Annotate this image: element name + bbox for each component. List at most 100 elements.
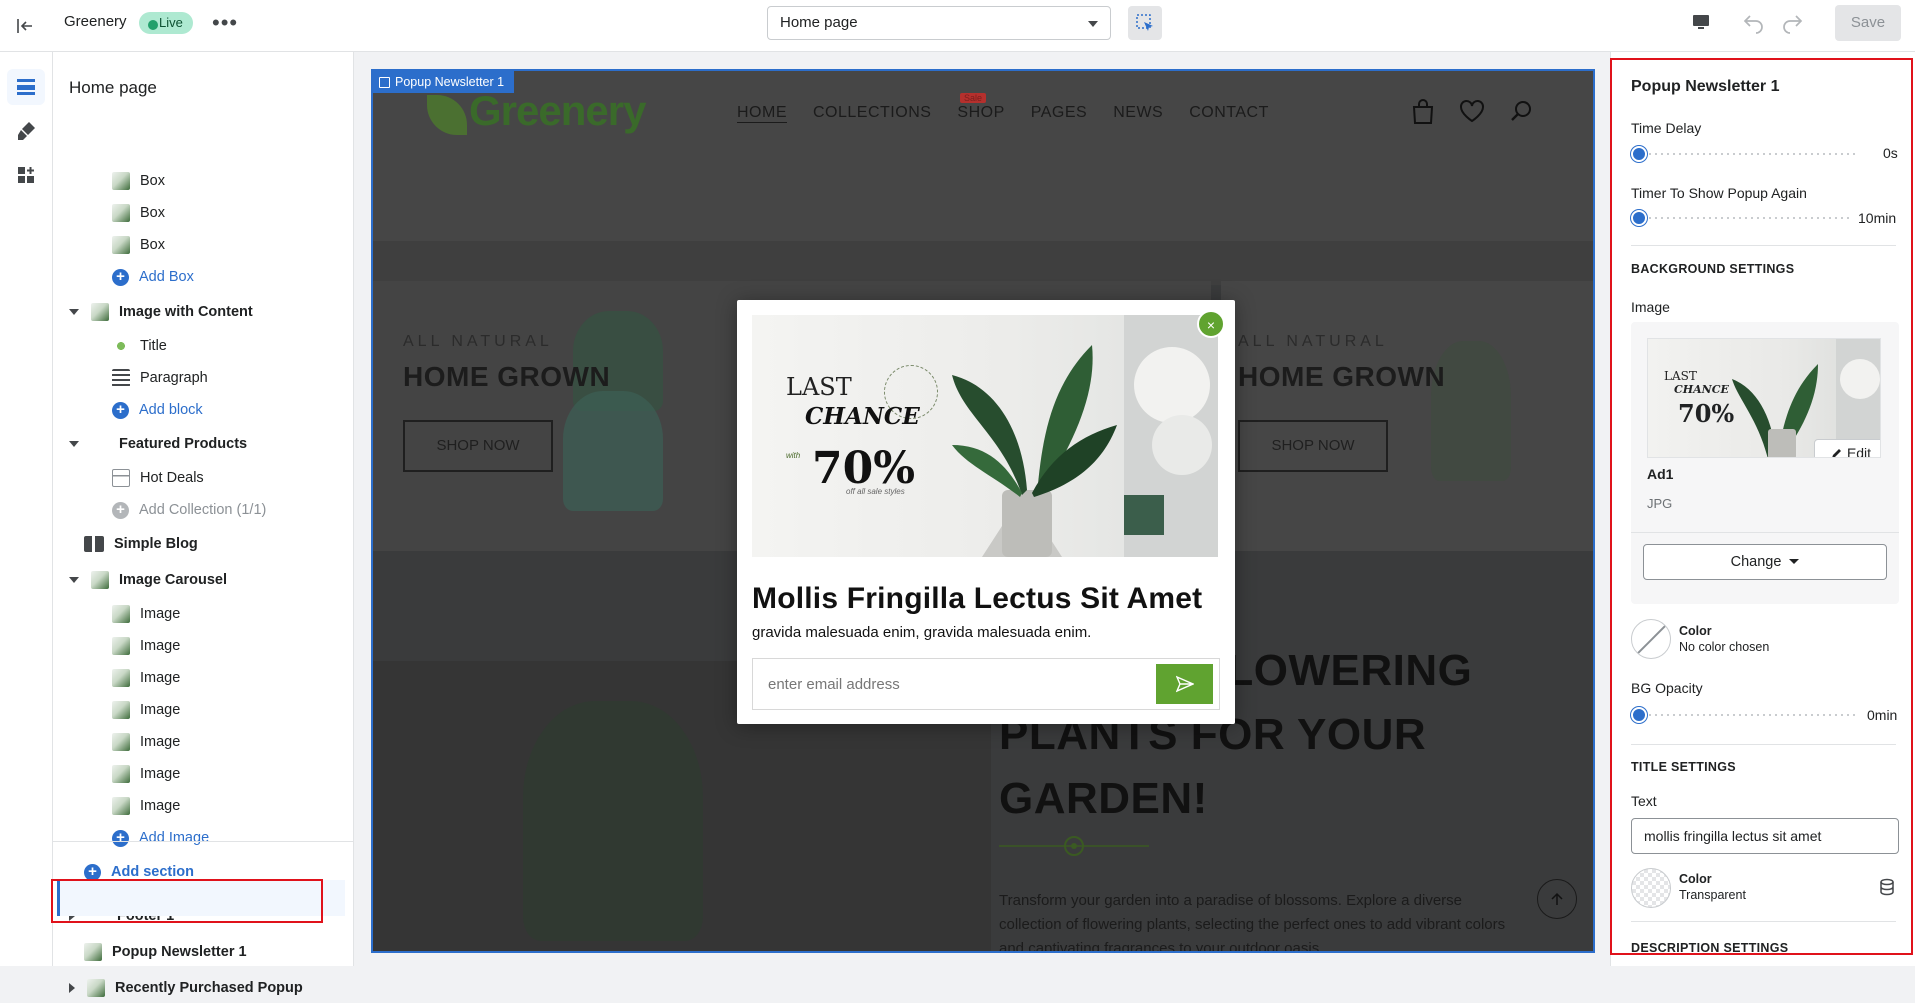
title-color-swatch[interactable] (1631, 868, 1671, 908)
tree-item-image[interactable]: Image (112, 631, 180, 661)
section-thumbnail (91, 571, 109, 589)
search-icon[interactable] (1509, 99, 1533, 123)
tree-item-box[interactable]: Box (112, 166, 165, 196)
plus-circle-icon: + (112, 829, 129, 847)
block-thumbnail (112, 236, 130, 254)
more-actions-button[interactable]: ••• (212, 10, 238, 36)
time-delay-slider[interactable] (1631, 146, 1859, 162)
live-status-badge: Live (139, 12, 193, 34)
hero-top-strip (373, 241, 1593, 285)
inspector-toggle-button[interactable] (1128, 6, 1162, 40)
tree-item-image[interactable]: Image (112, 663, 180, 693)
scroll-to-top-button[interactable] (1537, 879, 1577, 919)
rail-sections-button[interactable] (7, 69, 45, 105)
caret-down-icon[interactable] (69, 441, 79, 447)
tree-item-label: Hot Deals (140, 470, 204, 486)
nav-news[interactable]: NEWS (1113, 104, 1163, 123)
caret-down-icon[interactable] (69, 577, 79, 583)
caret-right-icon[interactable] (69, 983, 75, 993)
tree-section-image-carousel[interactable]: Image Carousel (69, 565, 227, 595)
paragraph-icon (112, 369, 130, 387)
tree-item-image[interactable]: Image (112, 759, 180, 789)
page-select[interactable]: Home page (767, 6, 1111, 40)
exit-icon[interactable] (10, 11, 40, 41)
save-button[interactable]: Save (1835, 5, 1901, 41)
tree-section-simple-blog[interactable]: Simple Blog (84, 529, 198, 559)
site-logo[interactable]: Greenery (469, 87, 646, 135)
subscribe-button[interactable] (1156, 664, 1213, 704)
tree-item-image[interactable]: Image (112, 599, 180, 629)
desktop-preview-icon[interactable] (1690, 11, 1712, 38)
slider-handle[interactable] (1631, 707, 1647, 723)
tree-item-label: Image (140, 766, 181, 782)
tree-item-image[interactable]: Image (112, 727, 180, 757)
redo-icon[interactable] (1780, 10, 1804, 39)
timer-again-slider[interactable] (1631, 210, 1851, 226)
change-image-button[interactable]: Change (1643, 544, 1887, 580)
tree-item-box[interactable]: Box (112, 230, 165, 260)
email-input[interactable] (754, 660, 1144, 708)
tree-item-label: Image Carousel (119, 572, 227, 588)
cart-icon[interactable] (1411, 99, 1435, 125)
popup-image-chance: CHANCE (805, 403, 920, 430)
tree-item-label: Image with Content (119, 304, 253, 320)
tree-item-image[interactable]: Image (112, 695, 180, 725)
storefront-preview[interactable]: Greenery HOME COLLECTIONS SHOP PAGES NEW… (371, 69, 1595, 953)
sections-icon (17, 79, 35, 95)
wishlist-heart-icon[interactable] (1459, 99, 1485, 123)
popup-image-off: off all sale styles (846, 487, 905, 496)
bg-opacity-value: 0min (1867, 707, 1898, 723)
hero-shop-now-right-button[interactable]: SHOP NOW (1238, 420, 1388, 472)
hero-shop-now-left-button[interactable]: SHOP NOW (403, 420, 553, 472)
plus-circle-icon: + (112, 268, 129, 286)
image-filetype: JPG (1647, 496, 1673, 511)
undo-icon[interactable] (1742, 10, 1766, 39)
database-source-icon[interactable] (1879, 878, 1895, 896)
add-image-button[interactable]: + Add Image (112, 823, 209, 853)
edit-image-button[interactable]: Edit (1814, 439, 1880, 457)
tree-section-popup-newsletter[interactable]: Popup Newsletter 1 (84, 937, 247, 967)
slider-handle[interactable] (1631, 146, 1647, 162)
time-delay-value: 0s (1883, 145, 1898, 161)
tree-section-recently-purchased[interactable]: Recently Purchased Popup (69, 973, 303, 1003)
nav-pages[interactable]: PAGES (1031, 104, 1087, 123)
popup-close-button[interactable]: × (1197, 310, 1225, 338)
tree-item-paragraph[interactable]: Paragraph (112, 363, 208, 393)
bg-opacity-slider[interactable] (1631, 707, 1859, 723)
tree-item-label: Add section (111, 864, 194, 880)
caret-down-icon (1789, 559, 1800, 564)
nav-home[interactable]: HOME (737, 104, 787, 123)
image-picker-card: LAST CHANCE 70% Edit Ad1 JPG Change (1631, 322, 1899, 604)
tree-item-title[interactable]: Title (112, 331, 167, 361)
page-select-value: Home page (780, 14, 858, 31)
slider-handle[interactable] (1631, 210, 1647, 226)
add-box-button[interactable]: + Add Box (112, 262, 194, 292)
sidebar-title: Home page (69, 78, 157, 97)
tree-section-featured-products[interactable]: Featured Products (69, 429, 247, 459)
add-collection-button[interactable]: + Add Collection (1/1) (112, 495, 266, 525)
tree-item-box[interactable]: Box (112, 198, 165, 228)
nav-collections[interactable]: COLLECTIONS (813, 104, 931, 123)
title-text-field[interactable]: mollis fringilla lectus sit amet (1631, 818, 1899, 854)
hero-banner-right (1221, 281, 1593, 551)
rail-apps-button[interactable] (7, 157, 45, 193)
nav-shop[interactable]: SHOP (957, 104, 1004, 123)
top-bar: Greenery Live ••• Home page Save (0, 0, 1915, 52)
store-name: Greenery (64, 13, 127, 30)
bg-color-swatch[interactable] (1631, 619, 1671, 659)
caret-down-icon[interactable] (69, 309, 79, 315)
tree-item-hot-deals[interactable]: Hot Deals (112, 463, 204, 493)
nav-contact[interactable]: CONTACT (1189, 104, 1269, 123)
popup-banner-image: LAST CHANCE with 70% off all sale styles (752, 315, 1218, 557)
text-label: Text (1631, 793, 1657, 809)
tree-item-label: Image (140, 638, 181, 654)
tree-section-image-with-content[interactable]: Image with Content (69, 297, 253, 327)
add-block-button[interactable]: + Add block (112, 395, 203, 425)
floral-ornament-icon (999, 836, 1149, 856)
bg-color-value: No color chosen (1679, 640, 1770, 654)
tree-item-image[interactable]: Image (112, 791, 180, 821)
tree-item-label: Box (140, 237, 165, 253)
tree-item-label: Popup Newsletter 1 (112, 944, 247, 960)
rail-theme-settings-button[interactable] (7, 113, 45, 149)
tree-item-label: Image (140, 798, 181, 814)
